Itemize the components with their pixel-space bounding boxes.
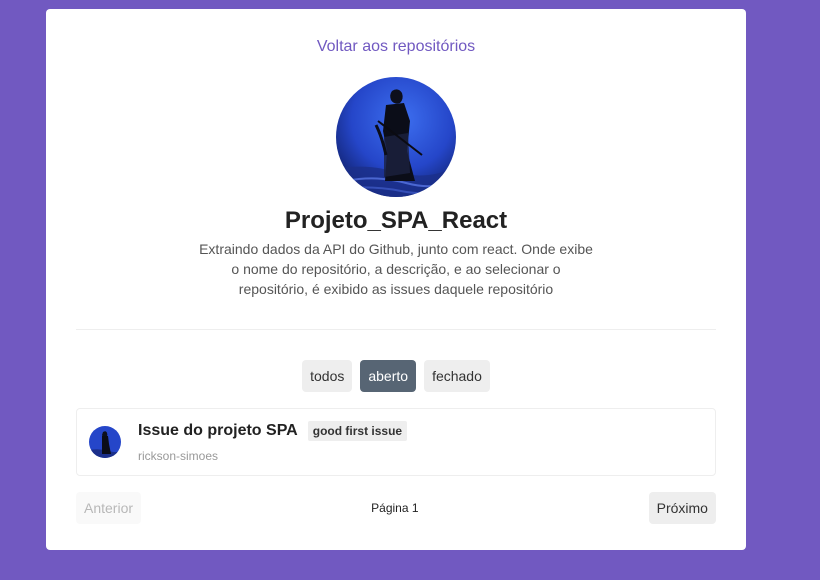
repository-description: Extraindo dados da API do Github, junto … — [199, 241, 593, 297]
list-item: Issue do projeto SPA good first issue ri… — [76, 408, 716, 476]
issue-list: Issue do projeto SPA good first issue ri… — [76, 408, 716, 476]
filter-aberto-button[interactable]: aberto — [360, 360, 417, 392]
next-page-button[interactable]: Próximo — [648, 492, 716, 524]
repository-name: Projeto_SPA_React — [284, 207, 508, 234]
page-indicator: Página 1 — [371, 501, 419, 515]
issue-state-filters: todos aberto fechado — [76, 360, 716, 392]
pagination: Anterior Página 1 Próximo — [76, 492, 716, 524]
previous-page-button[interactable]: Anterior — [76, 492, 142, 524]
back-to-repositories-link[interactable]: Voltar aos repositórios — [76, 39, 716, 55]
owner-avatar — [336, 77, 456, 197]
filter-fechado-button[interactable]: fechado — [424, 360, 490, 392]
issue-label: good first issue — [307, 421, 408, 441]
issue-author: rickson-simoes — [138, 449, 219, 463]
divider — [76, 329, 716, 330]
author-avatar — [89, 426, 121, 458]
repository-card: Voltar aos repositórios Projeto_SPA_Reac… — [46, 9, 746, 550]
issue-title-link[interactable]: Issue do projeto SPA — [138, 422, 298, 440]
filter-todos-button[interactable]: todos — [302, 360, 353, 392]
